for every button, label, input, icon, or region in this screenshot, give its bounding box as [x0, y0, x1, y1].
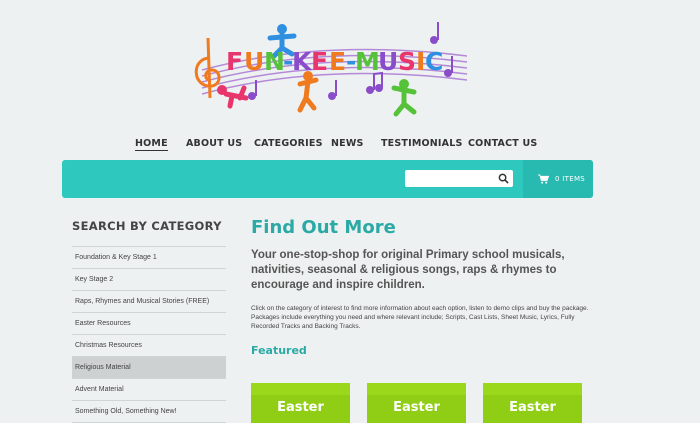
sidebar-item-christmas[interactable]: Christmas Resources [72, 335, 226, 357]
sidebar-item-key-stage-2[interactable]: Key Stage 2 [72, 269, 226, 291]
main-nav: HOME ABOUT US CATEGORIES NEWS TESTIMONIA… [0, 138, 700, 154]
search-input[interactable] [408, 171, 493, 185]
svg-text:K: K [292, 47, 313, 76]
svg-text:U: U [378, 47, 398, 76]
svg-text:U: U [244, 47, 264, 76]
sidebar-title: SEARCH BY CATEGORY [72, 219, 226, 247]
logo-graphic: FUN - KEE - MU S I C [194, 22, 468, 117]
site-logo[interactable]: FUN - KEE - MUSIC [182, 18, 472, 130]
featured-card-label: Easter [277, 400, 324, 415]
sidebar-item-something-old[interactable]: Something Old, Something New! [72, 401, 226, 423]
nav-home[interactable]: HOME [135, 138, 168, 151]
cart-button[interactable]: 0 ITEMS [523, 160, 593, 198]
nav-contact-us[interactable]: CONTACT US [468, 138, 537, 149]
card-band [483, 383, 582, 395]
search-icon[interactable] [498, 173, 509, 184]
card-band [251, 383, 350, 395]
svg-text:F: F [226, 47, 243, 76]
featured-heading: Featured [251, 344, 307, 357]
search-box [405, 170, 513, 187]
featured-card[interactable]: Easter [367, 383, 466, 423]
sidebar-item-easter[interactable]: Easter Resources [72, 313, 226, 335]
svg-text:I: I [416, 47, 425, 76]
sidebar-item-advent[interactable]: Advent Material [72, 379, 226, 401]
svg-text:M: M [355, 47, 380, 76]
sidebar-item-foundation[interactable]: Foundation & Key Stage 1 [72, 247, 226, 269]
svg-text:E: E [311, 47, 328, 76]
svg-text:C: C [425, 47, 443, 76]
nav-news[interactable]: NEWS [331, 138, 364, 149]
featured-card[interactable]: Easter [251, 383, 350, 423]
sidebar-item-religious[interactable]: Religious Material [72, 357, 226, 379]
svg-text:N: N [264, 47, 285, 76]
featured-card-label: Easter [509, 400, 556, 415]
card-band [367, 383, 466, 395]
category-sidebar: SEARCH BY CATEGORY Foundation & Key Stag… [72, 219, 226, 423]
nav-testimonials[interactable]: TESTIMONIALS [381, 138, 463, 149]
nav-categories[interactable]: CATEGORIES [254, 138, 323, 149]
toolbar [62, 160, 593, 198]
page-title: Find Out More [251, 217, 396, 238]
body-text: Click on the category of interest to fin… [251, 305, 589, 330]
cart-icon [538, 174, 549, 184]
cart-count: 0 ITEMS [555, 175, 586, 183]
lead-text: Your one-stop-shop for original Primary … [251, 249, 565, 291]
svg-text:S: S [398, 47, 416, 76]
logo-text: FUN - KEE - MU S I C [226, 47, 443, 76]
featured-card-label: Easter [393, 400, 440, 415]
main-content: Find Out More Your one-stop-shop for ori… [251, 217, 596, 357]
sidebar-item-raps-rhymes[interactable]: Raps, Rhymes and Musical Stories (FREE) [72, 291, 226, 313]
featured-card[interactable]: Easter [483, 383, 582, 423]
nav-about-us[interactable]: ABOUT US [186, 138, 242, 149]
svg-text:E: E [329, 47, 346, 76]
